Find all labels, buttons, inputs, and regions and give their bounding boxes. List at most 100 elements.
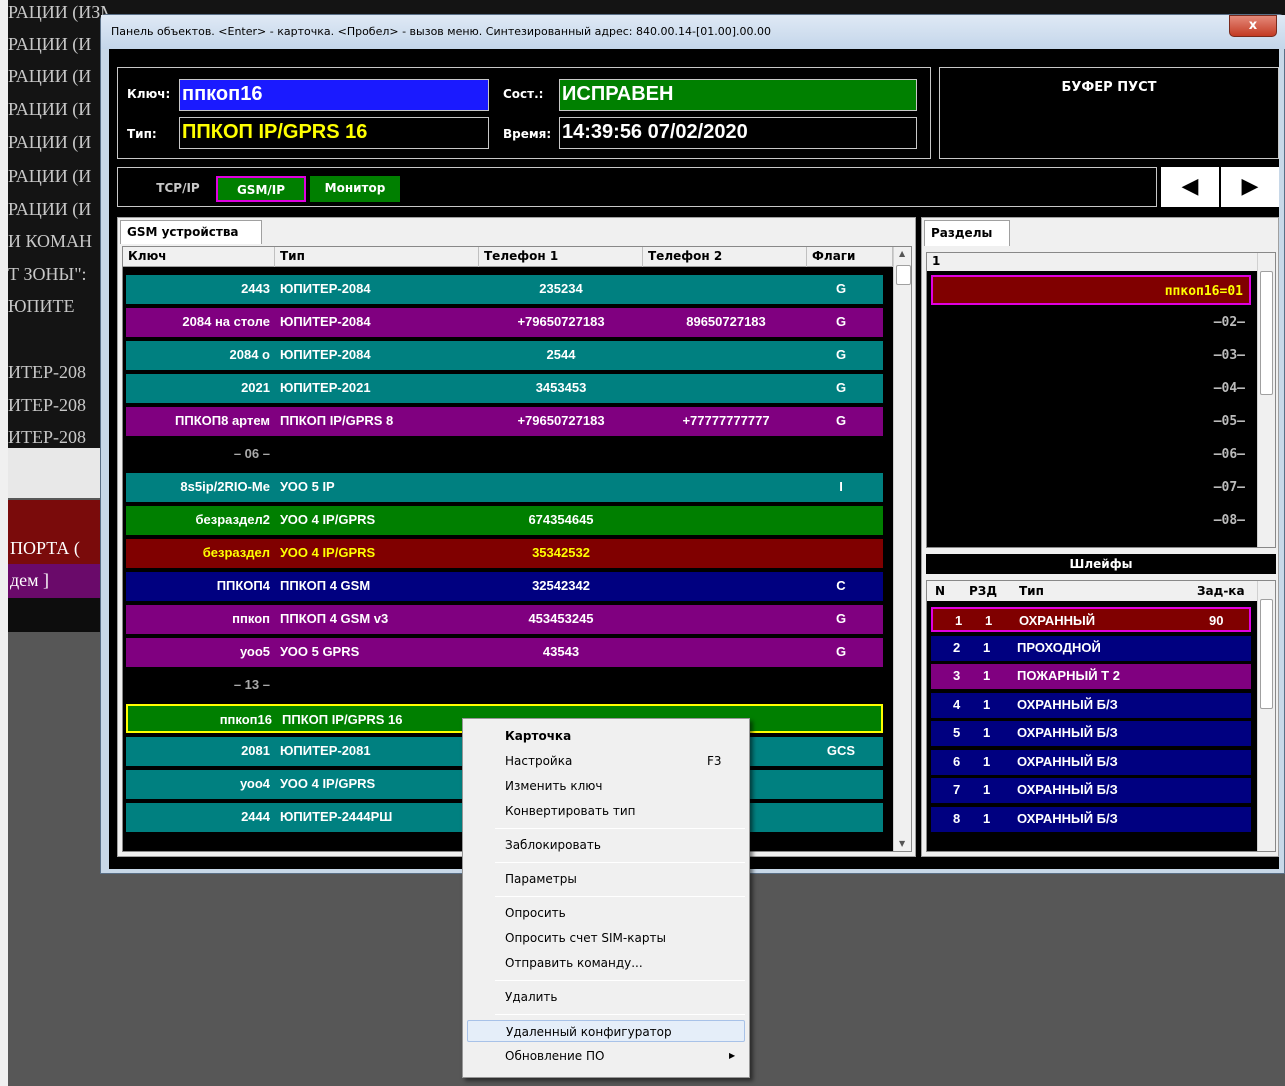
devices-scrollbar[interactable]: ▲ ▼	[893, 247, 911, 851]
loop-row[interactable]: 1 1 ОХРАННЫЙ 90	[931, 607, 1251, 632]
device-phone1: 43543	[542, 644, 580, 659]
background-text-line: РАЦИИ (И	[8, 99, 92, 119]
menu-item[interactable]: Удаленный конфигуратор	[467, 1020, 745, 1042]
device-row[interactable]: – 13 –	[126, 671, 883, 700]
device-phone1: 3453453	[535, 380, 587, 395]
section-item[interactable]: ппкоп16=01	[931, 275, 1251, 305]
mode-tab-monitor[interactable]: Монитор	[310, 176, 400, 202]
menu-item[interactable]: Параметры	[467, 868, 745, 890]
mode-tab-tcpip[interactable]: TCP/IP	[148, 176, 208, 202]
sections-scrollbar[interactable]	[1257, 253, 1275, 547]
loop-type: ПОЖАРНЫЙ Т 2	[1017, 668, 1120, 683]
device-key: 2084 о	[229, 347, 270, 362]
key-value: ппкоп16	[179, 79, 489, 111]
loop-row[interactable]: 6 1 ОХРАННЫЙ Б/З	[931, 749, 1251, 775]
tab-sections[interactable]: Разделы	[924, 220, 1010, 246]
menu-item[interactable]: Конвертировать тип	[467, 800, 745, 822]
menu-item[interactable]: Отправить команду...	[467, 952, 745, 974]
background-text-line: И КОМАН	[8, 231, 93, 251]
device-row[interactable]: ППКОП4 ППКОП 4 GSM 32542342 C	[126, 572, 883, 601]
section-item[interactable]: –05–	[931, 407, 1251, 437]
loop-n: 2	[953, 639, 961, 655]
sections-scroll-thumb[interactable]	[1260, 271, 1273, 395]
background-text-line: ИТЕР-208	[8, 362, 86, 382]
column-n[interactable]: N	[935, 584, 945, 598]
section-item[interactable]: –08–	[931, 506, 1251, 536]
menu-item-label: Изменить ключ	[505, 779, 603, 793]
device-type: ЮПИТЕР-2021	[280, 380, 371, 395]
next-button[interactable]: ▶	[1221, 167, 1279, 207]
menu-item[interactable]: Карточка	[467, 725, 745, 747]
column-loop-type[interactable]: Тип	[1019, 584, 1044, 598]
background-text-line: РАЦИИ (ИЗМЕНИТЕ ТИП ПР	[8, 2, 108, 22]
device-row[interactable]: 2084 о ЮПИТЕР-2084 2544 G	[126, 341, 883, 370]
menu-item[interactable]: Удалить	[467, 986, 745, 1008]
background-text-line: РАЦИИ (И	[8, 199, 92, 219]
devices-scroll-thumb[interactable]	[896, 265, 911, 285]
device-key: безраздел	[202, 545, 270, 560]
loops-list[interactable]: N РЗД Тип Зад-ка 1 1 ОХРАННЫЙ 90 2 1 ПРОХОДНОЙ…	[926, 580, 1276, 852]
device-row[interactable]: ППКОП8 артем ППКОП IP/GPRS 8 +79650727183 +…	[126, 407, 883, 436]
title-bar[interactable]: Панель объектов. <Enter> - карточка. <Пр…	[101, 15, 1285, 49]
device-row[interactable]: 2021 ЮПИТЕР-2021 3453453 G	[126, 374, 883, 403]
menu-item-label: Отправить команду...	[505, 956, 643, 970]
mode-tabs-bar: TCP/IP GSM/IP Монитор	[117, 167, 1157, 207]
column-delay[interactable]: Зад-ка	[1197, 584, 1245, 598]
column-phone2[interactable]: Телефон 2	[643, 247, 807, 267]
loop-row[interactable]: 7 1 ОХРАННЫЙ Б/З	[931, 778, 1251, 803]
loop-row[interactable]: 5 1 ОХРАННЫЙ Б/З	[931, 721, 1251, 746]
device-row[interactable]: – 06 –	[126, 440, 883, 469]
loop-row[interactable]: 2 1 ПРОХОДНОЙ	[931, 635, 1251, 661]
scroll-down-icon[interactable]: ▼	[899, 839, 905, 848]
scroll-up-icon[interactable]: ▲	[899, 249, 905, 258]
column-key[interactable]: Ключ	[123, 247, 275, 267]
device-row[interactable]: безраздел2 УОО 4 IP/GPRS 674354645	[126, 506, 883, 535]
device-row[interactable]: ппкоп ППКОП 4 GSM v3 453453245 G	[126, 605, 883, 634]
device-phone1: 2544	[546, 347, 576, 362]
menu-item[interactable]: Настройка F3	[467, 750, 745, 772]
device-phone1: 32542342	[532, 578, 590, 593]
loop-row[interactable]: 4 1 ОХРАННЫЙ Б/З	[931, 692, 1251, 718]
column-phone1[interactable]: Телефон 1	[479, 247, 643, 267]
menu-item[interactable]: Опросить	[467, 902, 745, 924]
close-button[interactable]: x	[1229, 15, 1277, 37]
loops-scroll-thumb[interactable]	[1260, 599, 1273, 709]
device-row[interactable]: безраздел УОО 4 IP/GPRS 35342532	[126, 539, 883, 568]
section-item[interactable]: –07–	[931, 473, 1251, 503]
loop-type: ОХРАННЫЙ Б/З	[1017, 782, 1118, 797]
section-item[interactable]: –02–	[931, 308, 1251, 338]
background-modem-label: дем ]	[10, 570, 50, 590]
device-row[interactable]: 8s5ip/2RIO-Me УОО 5 IP I	[126, 473, 883, 502]
menu-separator	[495, 1014, 745, 1015]
device-flags: G	[835, 380, 847, 395]
menu-item[interactable]: Опросить счет SIM-карты	[467, 927, 745, 949]
device-flags: G	[835, 314, 847, 329]
column-flags[interactable]: Флаги	[807, 247, 893, 267]
device-row[interactable]: уоо5 УОО 5 GPRS 43543 G	[126, 638, 883, 667]
section-item[interactable]: –06–	[931, 440, 1251, 470]
background-text-line: РАЦИИ (И	[8, 166, 92, 186]
menu-item[interactable]: Изменить ключ	[467, 775, 745, 797]
device-row[interactable]: 2084 на столе ЮПИТЕР-2084 +79650727183 8965…	[126, 308, 883, 337]
section-item[interactable]: –04–	[931, 374, 1251, 404]
column-type[interactable]: Тип	[275, 247, 479, 267]
tab-gsm-devices[interactable]: GSM устройства	[120, 220, 262, 244]
loop-type: ОХРАННЫЙ Б/З	[1017, 810, 1118, 826]
time-label: Время:	[503, 127, 552, 141]
section-item[interactable]: –03–	[931, 341, 1251, 371]
device-row[interactable]: 2443 ЮПИТЕР-2084 235234 G	[126, 275, 883, 304]
mode-tab-gsmip[interactable]: GSM/IP	[216, 176, 306, 202]
menu-item[interactable]: Заблокировать	[467, 834, 745, 856]
loop-row[interactable]: 3 1 ПОЖАРНЫЙ Т 2	[931, 664, 1251, 689]
background-text-line: РАЦИИ (И	[8, 66, 92, 86]
column-rzd[interactable]: РЗД	[969, 584, 997, 598]
sections-list[interactable]: 1 ппкоп16=01 –02– –03– –04– –05– –06– –07– –08–	[926, 252, 1276, 548]
loops-scrollbar[interactable]	[1257, 581, 1275, 851]
prev-button[interactable]: ◀	[1161, 167, 1219, 207]
loop-row[interactable]: 8 1 ОХРАННЫЙ Б/З	[931, 806, 1251, 832]
menu-item[interactable]: Обновление ПО ▶	[467, 1045, 745, 1067]
device-type: УОО 4 IP/GPRS	[280, 545, 376, 560]
menu-item-label: Опросить счет SIM-карты	[505, 931, 666, 945]
loop-n: 5	[953, 725, 961, 740]
menu-separator	[495, 828, 745, 829]
